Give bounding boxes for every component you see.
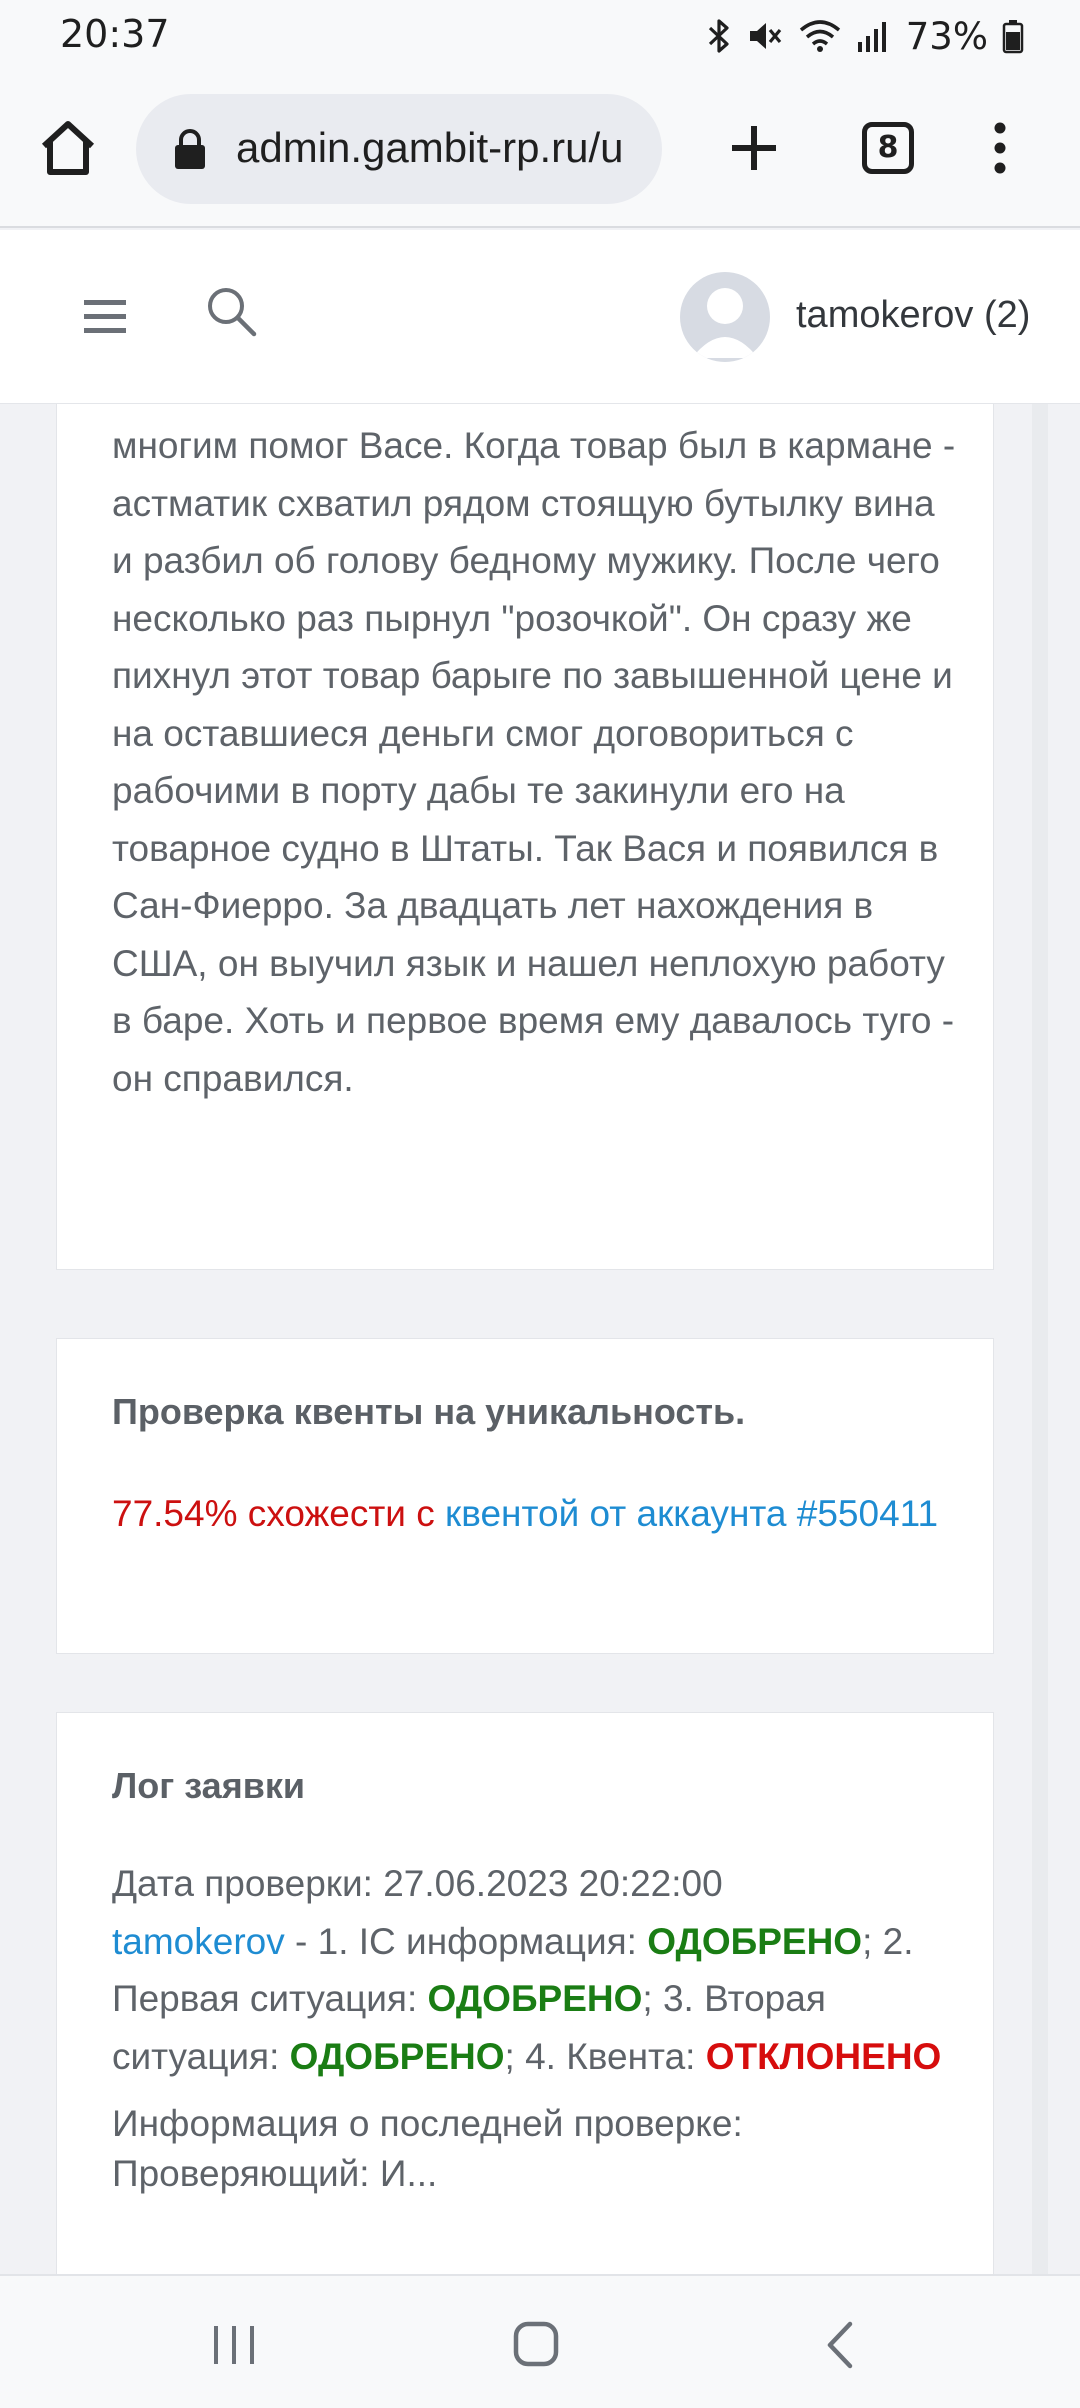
uniqueness-card: Проверка квенты на уникальность. 77.54% …	[56, 1338, 994, 1654]
log-segment-4: ; 4. Квента:	[504, 2035, 706, 2077]
similarity-text: 77.54% схожести с	[112, 1493, 435, 1534]
uniqueness-result: 77.54% схожести с квентой от аккаунта #5…	[112, 1485, 952, 1542]
reviewer-link[interactable]: tamokerov	[112, 1921, 285, 1962]
similar-quenta-link[interactable]: квентой от аккаунта #550411	[445, 1493, 938, 1534]
system-nav-bar	[0, 2274, 1080, 2408]
plus-icon[interactable]	[722, 116, 786, 180]
last-check-partial: Проверяющий: И...	[112, 2153, 438, 2194]
recent-apps-icon[interactable]	[210, 2320, 260, 2370]
wifi-icon	[799, 20, 840, 52]
check-date: Дата проверки: 27.06.2023 20:22:00	[112, 1863, 723, 1904]
home-nav-icon[interactable]	[510, 2316, 566, 2372]
address-bar[interactable]: admin.gambit-rp.ru/u	[136, 94, 662, 204]
search-icon[interactable]	[204, 284, 260, 340]
tab-count-button[interactable]: 8	[862, 122, 914, 174]
status-time: 20:37	[60, 12, 170, 56]
log-segment-1: - 1. IC информация:	[284, 1920, 648, 1962]
status-rejected-4: ОТКЛОНЕНО	[705, 2035, 942, 2077]
scrollbar-track[interactable]	[1032, 404, 1048, 2274]
log-entry: Дата проверки: 27.06.2023 20:22:00 tamoke…	[112, 1855, 972, 2085]
hamburger-icon[interactable]	[80, 292, 130, 342]
lock-icon	[175, 129, 205, 169]
bluetooth-icon	[708, 19, 729, 53]
site-header: tamokerov (2)	[0, 230, 1080, 404]
back-icon[interactable]	[820, 2320, 860, 2370]
more-vert-icon[interactable]	[980, 116, 1020, 180]
status-approved-3: ОДОБРЕНО	[289, 2035, 505, 2077]
story-card: многим помог Васе. Когда товар был в кар…	[56, 404, 994, 1270]
uniqueness-title: Проверка квенты на уникальность.	[112, 1391, 746, 1432]
page-content: многим помог Васе. Когда товар был в кар…	[0, 404, 1080, 2274]
battery-percentage: 73%	[905, 14, 988, 58]
status-approved-1: ОДОБРЕНО	[647, 1920, 863, 1962]
url-text[interactable]: admin.gambit-rp.ru/u	[236, 124, 646, 172]
username-link[interactable]: tamokerov (2)	[796, 294, 1030, 337]
mute-icon	[749, 23, 781, 49]
application-log-card: Лог заявки Дата проверки: 27.06.2023 20:…	[56, 1712, 994, 2274]
battery-icon	[1002, 20, 1024, 54]
status-icons: 73%	[706, 14, 1024, 58]
last-check-label: Информация о последней проверке:	[112, 2103, 743, 2144]
status-approved-2: ОДОБРЕНО	[427, 1978, 643, 2019]
story-text: многим помог Васе. Когда товар был в кар…	[112, 425, 956, 1099]
signal-icon	[857, 22, 886, 52]
log-title: Лог заявки	[112, 1765, 305, 1806]
home-icon[interactable]	[36, 116, 100, 180]
status-bar: 20:37 73%	[0, 0, 1080, 72]
browser-toolbar: admin.gambit-rp.ru/u 8	[0, 72, 1080, 228]
avatar-icon[interactable]	[680, 272, 770, 362]
